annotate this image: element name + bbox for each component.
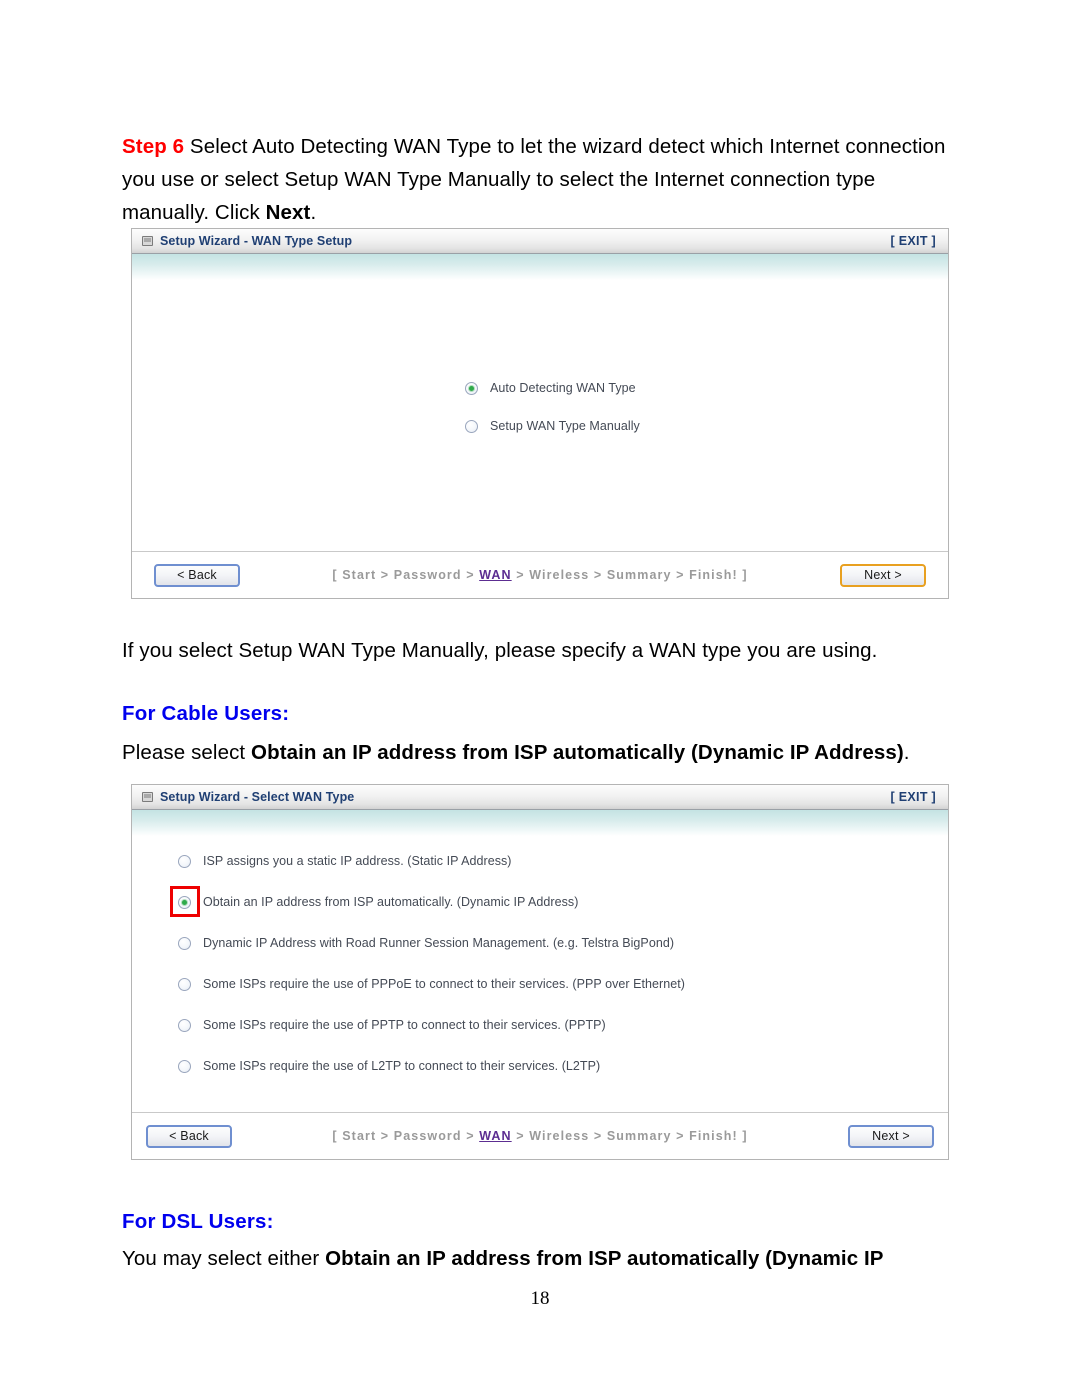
panel1-sep-2: >	[511, 568, 530, 582]
panel2-breadcrumb-open: [	[332, 1129, 343, 1143]
panel2-sep-4: >	[671, 1129, 690, 1143]
radio-pppoe[interactable]	[178, 977, 191, 991]
panel2-option-label-4: Some ISPs require the use of PPTP to con…	[203, 1018, 606, 1032]
panel2-titlebar: Setup Wizard - Select WAN Type [ EXIT ]	[132, 785, 948, 810]
cable-text-prefix: Please select	[122, 741, 252, 764]
panel2-back-button[interactable]: < Back	[146, 1124, 232, 1148]
panel1-next-button[interactable]: Next >	[840, 563, 926, 587]
panel2-exit-link[interactable]: [ EXIT ]	[891, 790, 936, 804]
cable-text-bold: Obtain an IP address from ISP automatica…	[251, 741, 904, 764]
dsl-users-paragraph: You may select either Obtain an IP addre…	[122, 1242, 960, 1275]
panel2-sep-1: >	[461, 1129, 480, 1143]
panel1-crumb-summary[interactable]: Summary	[607, 568, 672, 582]
window-monitor-icon	[142, 236, 153, 246]
wan-type-setup-panel: Setup Wizard - WAN Type Setup [ EXIT ] A…	[131, 228, 949, 599]
panel2-crumb-password[interactable]: Password	[394, 1129, 462, 1143]
panel1-crumb-password[interactable]: Password	[394, 568, 462, 582]
panel1-option-label-0: Auto Detecting WAN Type	[490, 381, 636, 395]
panel1-exit-link[interactable]: [ EXIT ]	[891, 234, 936, 248]
panel2-next-button[interactable]: Next >	[848, 1124, 934, 1148]
panel1-breadcrumb: [ Start > Password > WAN > Wireless > Su…	[240, 568, 840, 582]
panel2-option-label-3: Some ISPs require the use of PPPoE to co…	[203, 977, 685, 991]
panel1-crumb-wan[interactable]: WAN	[479, 568, 511, 582]
radio-static-ip-address[interactable]	[178, 854, 191, 868]
panel1-sep-3: >	[589, 568, 607, 582]
panel2-option-row-0[interactable]: ISP assigns you a static IP address. (St…	[178, 854, 512, 868]
window-monitor-icon	[142, 792, 153, 802]
panel2-crumb-wireless[interactable]: Wireless	[529, 1129, 589, 1143]
panel2-header-gradient	[132, 810, 948, 836]
dsl-text-prefix: You may select either	[122, 1247, 326, 1270]
step6-bold-next: Next	[265, 201, 311, 224]
intro-paragraph: If you select Setup WAN Type Manually, p…	[122, 639, 878, 662]
radio-road-runner-session[interactable]	[178, 936, 191, 950]
radio-auto-detecting-wan-type[interactable]	[465, 381, 478, 395]
panel2-crumb-finish[interactable]: Finish!	[689, 1129, 738, 1143]
panel2-option-row-4[interactable]: Some ISPs require the use of PPTP to con…	[178, 1018, 606, 1032]
panel2-breadcrumb-close: ]	[737, 1129, 748, 1143]
panel1-header-gradient	[132, 254, 948, 280]
panel2-option-label-0: ISP assigns you a static IP address. (St…	[203, 854, 512, 868]
panel2-crumb-wan[interactable]: WAN	[479, 1129, 511, 1143]
panel2-option-label-5: Some ISPs require the use of L2TP to con…	[203, 1059, 601, 1073]
panel1-titlebar: Setup Wizard - WAN Type Setup [ EXIT ]	[132, 229, 948, 254]
panel2-title-group: Setup Wizard - Select WAN Type	[142, 790, 354, 804]
panel2-option-label-2: Dynamic IP Address with Road Runner Sess…	[203, 936, 675, 950]
panel1-breadcrumb-open: [	[332, 568, 343, 582]
panel2-crumb-summary[interactable]: Summary	[607, 1129, 672, 1143]
document-page: Step 6 Select Auto Detecting WAN Type to…	[0, 0, 1080, 1397]
radio-setup-wan-type-manually[interactable]	[465, 419, 478, 433]
cable-text-suffix: .	[903, 741, 910, 764]
panel2-option-row-3[interactable]: Some ISPs require the use of PPPoE to co…	[178, 977, 685, 991]
dsl-text-bold: Obtain an IP address from ISP automatica…	[325, 1247, 884, 1270]
panel2-sep-0: >	[376, 1129, 394, 1143]
panel1-option-row-0[interactable]: Auto Detecting WAN Type	[465, 381, 636, 395]
panel2-sep-2: >	[511, 1129, 530, 1143]
radio-pptp[interactable]	[178, 1018, 191, 1032]
panel1-breadcrumb-close: ]	[737, 568, 748, 582]
step6-label: Step 6	[122, 135, 185, 158]
panel2-crumb-start[interactable]: Start	[342, 1129, 376, 1143]
panel1-title: Setup Wizard - WAN Type Setup	[160, 234, 353, 248]
panel1-back-button[interactable]: < Back	[154, 563, 240, 587]
panel2-body: ISP assigns you a static IP address. (St…	[132, 836, 948, 1159]
panel1-crumb-wireless[interactable]: Wireless	[529, 568, 589, 582]
panel2-option-row-2[interactable]: Dynamic IP Address with Road Runner Sess…	[178, 936, 674, 950]
panel1-sep-0: >	[376, 568, 394, 582]
panel1-footer: < Back [ Start > Password > WAN > Wirele…	[132, 551, 948, 598]
panel2-footer: < Back [ Start > Password > WAN > Wirele…	[132, 1112, 948, 1159]
select-wan-type-panel: Setup Wizard - Select WAN Type [ EXIT ] …	[131, 784, 949, 1160]
panel2-option-label-1: Obtain an IP address from ISP automatica…	[203, 895, 579, 909]
step6-text-part2: .	[310, 201, 317, 224]
dsl-users-heading: For DSL Users:	[122, 1210, 274, 1233]
panel2-title: Setup Wizard - Select WAN Type	[160, 790, 355, 804]
panel1-sep-1: >	[461, 568, 480, 582]
cable-users-heading: For Cable Users:	[122, 702, 290, 725]
page-number: 18	[530, 1288, 550, 1309]
panel1-sep-4: >	[671, 568, 690, 582]
panel1-body: Auto Detecting WAN Type Setup WAN Type M…	[132, 280, 948, 598]
cable-users-paragraph: Please select Obtain an IP address from …	[122, 736, 960, 769]
panel1-crumb-finish[interactable]: Finish!	[689, 568, 738, 582]
radio-dynamic-ip-address[interactable]	[178, 895, 191, 909]
panel2-breadcrumb: [ Start > Password > WAN > Wireless > Su…	[232, 1129, 848, 1143]
radio-l2tp[interactable]	[178, 1059, 191, 1073]
panel1-option-label-1: Setup WAN Type Manually	[490, 419, 640, 433]
step6-paragraph: Step 6 Select Auto Detecting WAN Type to…	[122, 130, 960, 229]
panel2-sep-3: >	[589, 1129, 607, 1143]
step6-text-part1: Select Auto Detecting WAN Type to let th…	[122, 135, 946, 224]
panel1-crumb-start[interactable]: Start	[342, 568, 376, 582]
panel2-option-row-5[interactable]: Some ISPs require the use of L2TP to con…	[178, 1059, 600, 1073]
panel2-option-row-1[interactable]: Obtain an IP address from ISP automatica…	[178, 895, 578, 909]
panel1-title-group: Setup Wizard - WAN Type Setup	[142, 234, 352, 248]
panel1-option-row-1[interactable]: Setup WAN Type Manually	[465, 419, 640, 433]
